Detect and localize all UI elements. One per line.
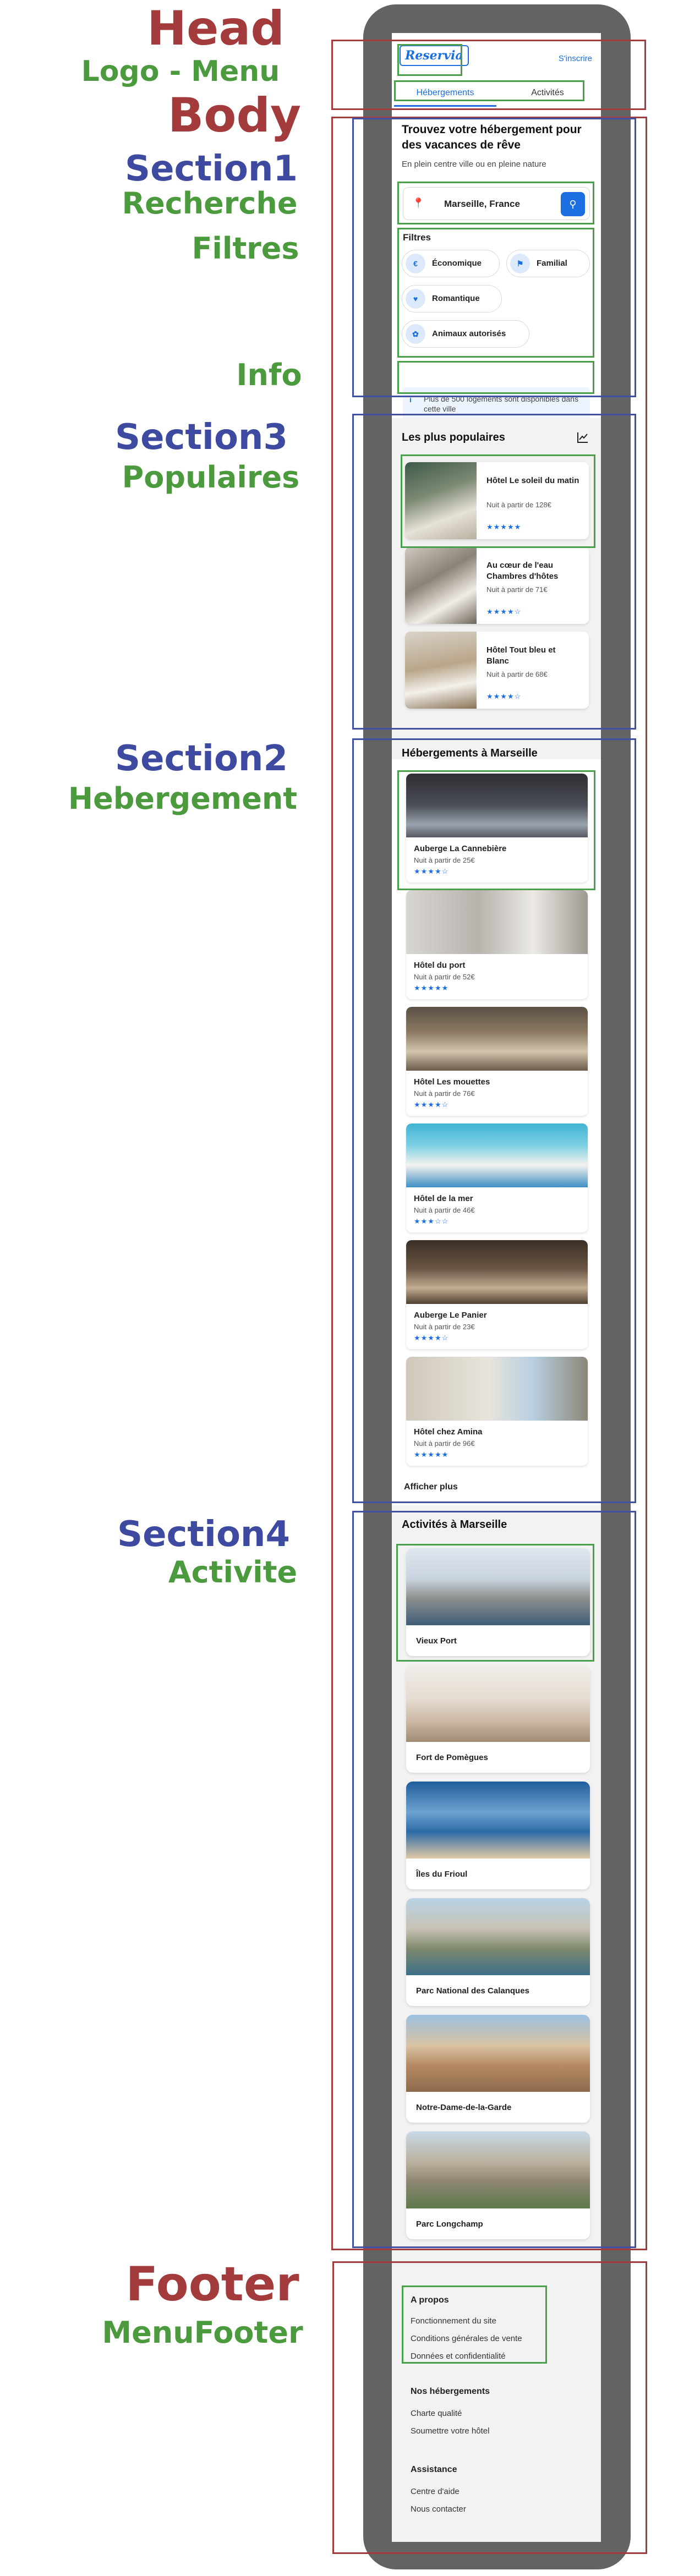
annotation-section3: Section3	[114, 417, 288, 458]
annotation-info: Info	[236, 358, 302, 392]
annotation-head: Head	[147, 1, 285, 56]
annotation-section1: Section1	[124, 149, 298, 189]
annotation-section4: Section4	[117, 1514, 291, 1555]
annotation-filtres: Filtres	[192, 231, 299, 266]
hebergement-box	[397, 770, 595, 890]
annotation-menufooter: MenuFooter	[102, 2315, 303, 2350]
annotation-section2: Section2	[114, 738, 288, 779]
annotation-hebergement: Hebergement	[68, 781, 298, 816]
info-box	[397, 361, 594, 394]
annotation-activite: Activite	[168, 1555, 298, 1590]
annotation-body: Body	[167, 88, 302, 143]
populaires-box	[401, 454, 595, 548]
recherche-box	[397, 182, 594, 224]
annotation-logo-menu: Logo - Menu	[81, 55, 280, 88]
annotation-footer: Footer	[125, 2257, 299, 2312]
logo-box	[397, 44, 462, 76]
annotation-populaires: Populaires	[122, 460, 300, 495]
filtres-box	[397, 228, 594, 358]
annotation-recherche: Recherche	[122, 186, 298, 221]
menufooter-box	[402, 2285, 547, 2364]
menu-box	[394, 80, 584, 101]
activite-box	[396, 1544, 594, 1662]
